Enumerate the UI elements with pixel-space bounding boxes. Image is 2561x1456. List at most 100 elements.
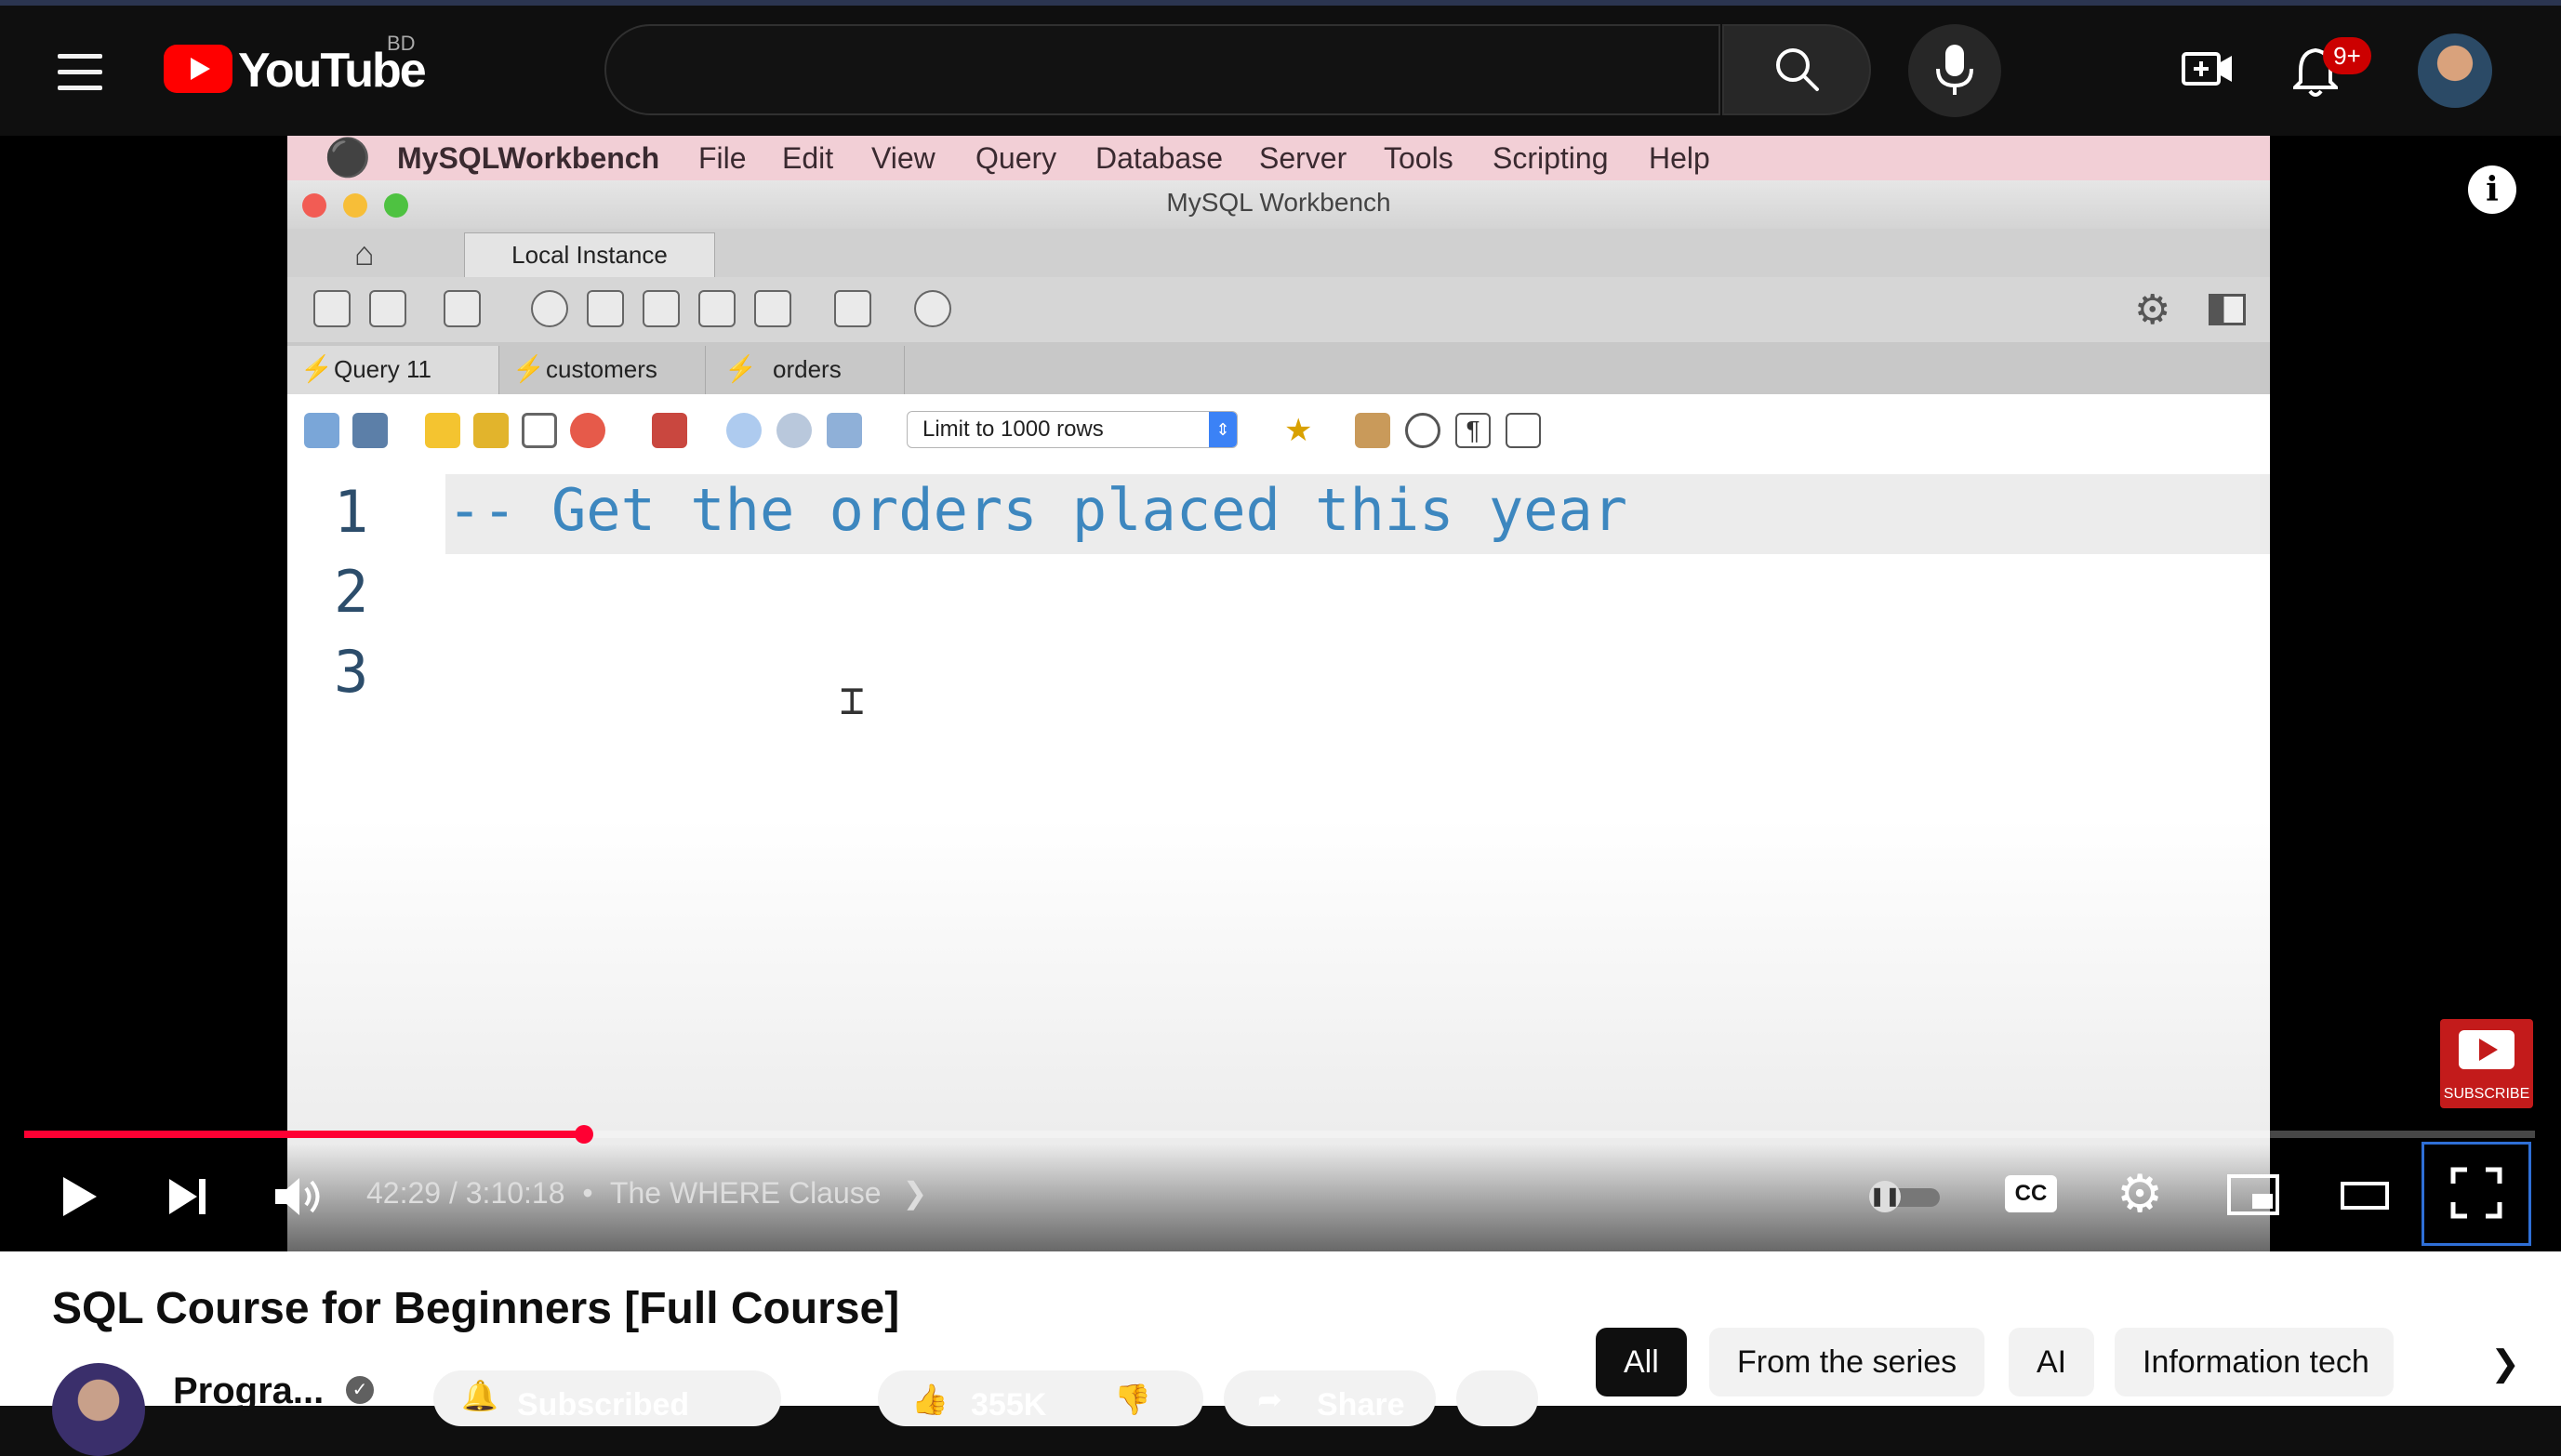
create-view-icon bbox=[643, 290, 680, 327]
play-icon bbox=[63, 1177, 97, 1216]
play-button[interactable] bbox=[56, 1173, 102, 1220]
stop-icon bbox=[570, 413, 605, 448]
gear-icon: ⚙ bbox=[2116, 1164, 2164, 1223]
lightning-icon: ⚡ bbox=[300, 354, 333, 383]
add-snippet-star-icon: ★ bbox=[1284, 413, 1313, 448]
channel-avatar[interactable] bbox=[52, 1363, 145, 1456]
chip-all[interactable]: All bbox=[1596, 1328, 1687, 1396]
theater-icon bbox=[2341, 1182, 2389, 1210]
menu-view: View bbox=[871, 141, 935, 175]
info-icon: i bbox=[2486, 170, 2499, 209]
theater-mode-button[interactable] bbox=[2340, 1181, 2390, 1211]
like-icon: 👍 bbox=[911, 1383, 949, 1416]
progress-scrubber[interactable] bbox=[575, 1125, 594, 1144]
settings-button[interactable]: ⚙ bbox=[2116, 1168, 2169, 1220]
subscribe-watermark[interactable]: SUBSCRIBE bbox=[2440, 1019, 2533, 1108]
word-wrap-icon bbox=[1506, 413, 1541, 448]
chip-from-the-series[interactable]: From the series bbox=[1709, 1328, 1985, 1396]
autoplay-pause-icon: ❚❚ bbox=[1869, 1181, 1901, 1212]
next-icon bbox=[169, 1179, 206, 1214]
share-button[interactable]: ➦ Share bbox=[1224, 1370, 1436, 1426]
youtube-play-logo-icon bbox=[164, 45, 232, 93]
menu-file: File bbox=[698, 141, 747, 175]
volume-icon bbox=[275, 1178, 320, 1215]
time-display: 42:29 / 3:10:18 • The WHERE Clause ❯ bbox=[366, 1175, 927, 1211]
sidebar-toggle-icon bbox=[2209, 294, 2246, 325]
progress-played bbox=[24, 1131, 585, 1138]
line-number: 1 bbox=[334, 478, 369, 546]
limit-rows-select: Limit to 1000 rows ⇕ bbox=[907, 411, 1238, 448]
play-logo-icon bbox=[2459, 1030, 2515, 1069]
search-button[interactable] bbox=[1722, 24, 1871, 115]
instance-tabbar: ⌂ Local Instance bbox=[287, 229, 2270, 278]
query-tabbar: ⚡ Query 11 ⚡ customers ⚡ orders bbox=[287, 342, 2270, 395]
menu-app-name: MySQLWorkbench bbox=[397, 141, 660, 175]
chip-ai[interactable]: AI bbox=[2009, 1328, 2095, 1396]
settings-gear-icon: ⚙ bbox=[2134, 287, 2171, 333]
miniplayer-icon bbox=[2227, 1174, 2279, 1215]
menu-query: Query bbox=[975, 141, 1057, 175]
create-function-icon bbox=[754, 290, 791, 327]
open-folder-icon bbox=[304, 413, 339, 448]
rollback-icon bbox=[776, 413, 812, 448]
lightning-icon: ⚡ bbox=[512, 354, 545, 383]
chapter-title[interactable]: The WHERE Clause bbox=[610, 1176, 882, 1210]
save-icon bbox=[352, 413, 388, 448]
autoplay-toggle[interactable]: ❚❚ bbox=[1869, 1181, 1944, 1212]
next-button[interactable] bbox=[166, 1175, 210, 1218]
query-tab-label: Query 11 bbox=[334, 355, 432, 383]
current-time: 42:29 / 3:10:18 bbox=[366, 1176, 565, 1210]
info-button[interactable]: i bbox=[2468, 165, 2516, 214]
voice-search-button[interactable] bbox=[1908, 24, 2001, 117]
progress-bar[interactable] bbox=[24, 1125, 2535, 1144]
miniplayer-button[interactable] bbox=[2226, 1173, 2280, 1216]
channel-name[interactable]: Progra... bbox=[173, 1370, 324, 1412]
like-dislike-group[interactable]: 👍 355K 👎 bbox=[878, 1370, 1203, 1426]
autocommit-icon bbox=[827, 413, 862, 448]
notification-count: 9+ bbox=[2333, 42, 2361, 70]
avatar[interactable] bbox=[2418, 33, 2492, 108]
more-actions-button[interactable] bbox=[1456, 1370, 1538, 1426]
volume-button[interactable] bbox=[273, 1175, 325, 1218]
explain-icon bbox=[522, 413, 557, 448]
menu-database: Database bbox=[1095, 141, 1223, 175]
chips-next-chevron-icon[interactable]: ❯ bbox=[2418, 1330, 2539, 1398]
find-icon bbox=[1405, 413, 1440, 448]
text-cursor-icon: ⌶ bbox=[840, 677, 865, 724]
search-icon bbox=[1776, 48, 1819, 91]
query-tab-label: customers bbox=[546, 355, 657, 383]
menu-icon[interactable] bbox=[58, 54, 102, 91]
captions-button[interactable]: CC bbox=[2005, 1175, 2057, 1216]
home-icon: ⌂ bbox=[354, 234, 375, 272]
execute-icon bbox=[425, 413, 460, 448]
code-line-comment: -- Get the orders placed this year bbox=[447, 476, 1628, 544]
fullscreen-button[interactable] bbox=[2422, 1142, 2531, 1246]
chip-information-tech[interactable]: Information tech bbox=[2115, 1328, 2394, 1396]
limit-rows-label: Limit to 1000 rows bbox=[922, 417, 1104, 442]
lightning-icon: ⚡ bbox=[724, 354, 757, 383]
apple-icon: ⚫ bbox=[325, 138, 371, 179]
verified-badge-icon: ✓ bbox=[346, 1376, 374, 1404]
beautify-broom-icon bbox=[1355, 413, 1390, 448]
commit-icon bbox=[726, 413, 762, 448]
invisible-chars-icon: ¶ bbox=[1455, 413, 1491, 448]
search-table-data-icon bbox=[834, 290, 871, 327]
menu-scripting: Scripting bbox=[1493, 141, 1609, 175]
cc-icon: CC bbox=[2005, 1175, 2057, 1212]
instance-tab: Local Instance bbox=[464, 232, 715, 277]
search-input[interactable] bbox=[604, 24, 1720, 115]
query-tab-customers: ⚡ customers bbox=[499, 346, 706, 394]
open-sql-script-icon bbox=[369, 290, 406, 327]
execute-current-icon bbox=[473, 413, 509, 448]
toggle-error-icon bbox=[652, 413, 687, 448]
youtube-logo[interactable]: YouTube BD bbox=[164, 32, 443, 98]
video-frame: ⚫ MySQLWorkbench File Edit View Query Da… bbox=[287, 136, 2270, 1251]
subscribe-badge-label: SUBSCRIBE bbox=[2443, 1086, 2530, 1102]
mic-icon bbox=[1936, 45, 1973, 95]
subscribed-button[interactable]: 🔔 Subscribed bbox=[433, 1370, 781, 1426]
create-video-button[interactable] bbox=[2182, 48, 2234, 89]
menu-help: Help bbox=[1649, 141, 1710, 175]
notification-count-badge: 9+ bbox=[2323, 37, 2371, 74]
new-sql-tab-icon bbox=[313, 290, 351, 327]
line-number: 2 bbox=[334, 558, 369, 626]
